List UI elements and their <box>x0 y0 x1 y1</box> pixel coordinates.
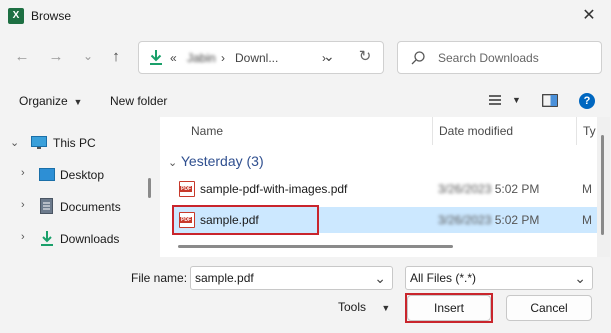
chevron-down-icon[interactable]: ⌄ <box>374 267 386 289</box>
path-overflow[interactable]: « <box>170 50 177 66</box>
file-time: 5:02 PM <box>494 182 540 196</box>
path-current[interactable]: Downl... <box>235 50 278 66</box>
file-name-label: File name: <box>131 271 188 285</box>
file-type-filter-value: All Files (*.*) <box>410 271 477 285</box>
file-list: Name Date modified Ty ⌄ Yesterday (3) sa… <box>160 117 597 257</box>
cancel-button[interactable]: Cancel <box>506 295 592 321</box>
file-date: 3/26/2023 <box>438 182 492 196</box>
file-list-scrollbar[interactable] <box>597 117 610 257</box>
forward-icon[interactable]: → <box>45 46 67 68</box>
chevron-down-icon: ▼ <box>71 97 83 107</box>
close-button[interactable]: ✕ <box>576 4 602 28</box>
pdf-file-icon <box>179 181 195 197</box>
tree-label: This PC <box>53 136 96 150</box>
documents-icon <box>40 198 53 214</box>
new-folder-button[interactable]: New folder <box>110 94 167 108</box>
tree-item-this-pc[interactable]: ⌄ This PC <box>0 131 150 155</box>
scrollbar-thumb[interactable] <box>601 135 604 235</box>
group-label: Yesterday (3) <box>180 153 264 169</box>
organize-button[interactable]: Organize ▼ <box>19 94 82 109</box>
preview-pane-icon[interactable] <box>542 94 558 107</box>
column-header-name[interactable]: Name <box>191 123 223 139</box>
file-date-modified: 3/26/2023 5:02 PM <box>438 212 539 228</box>
monitor-icon <box>31 136 47 149</box>
search-input[interactable]: Search Downloads <box>438 51 539 65</box>
refresh-icon[interactable]: ↻ <box>354 46 376 68</box>
file-name-value: sample.pdf <box>195 271 254 285</box>
chevron-right-icon[interactable]: › <box>21 167 25 179</box>
highlight-box-selected-file <box>172 205 319 235</box>
desktop-icon <box>39 168 55 181</box>
list-view-icon <box>489 95 501 105</box>
chevron-right-icon[interactable]: › <box>21 199 25 211</box>
tree-item-documents[interactable]: › Documents <box>0 195 150 219</box>
file-name: sample-pdf-with-images.pdf <box>200 182 348 196</box>
path-separator: › <box>221 51 225 65</box>
chevron-down-icon: ⌄ <box>168 157 178 169</box>
file-date: 3/26/2023 <box>438 213 492 227</box>
horizontal-scrollbar[interactable] <box>178 245 453 248</box>
tree-label: Desktop <box>60 168 105 182</box>
nav-pane-scrollbar[interactable] <box>148 178 151 198</box>
back-icon[interactable]: ← <box>11 46 33 68</box>
chevron-down-icon: ▼ <box>381 303 391 313</box>
file-date-modified: 3/26/2023 5:02 PM <box>438 181 539 197</box>
column-divider[interactable] <box>432 117 433 145</box>
chevron-down-icon: ▼ <box>512 95 521 105</box>
recent-locations-icon[interactable]: ⌄ <box>77 45 99 67</box>
tree-item-desktop[interactable]: › Desktop <box>0 163 150 187</box>
tree-item-downloads[interactable]: › Downloads <box>0 227 150 251</box>
address-bar[interactable]: « Jabin › Downl... › ⌄ <box>138 41 384 74</box>
file-row[interactable]: sample-pdf-with-images.pdf 3/26/2023 5:0… <box>172 176 597 202</box>
file-type: M <box>582 182 592 196</box>
tools-button[interactable]: Tools ▼ <box>338 300 390 315</box>
help-icon[interactable]: ? <box>579 93 595 109</box>
file-type: M <box>582 213 592 227</box>
chevron-right-icon[interactable]: › <box>21 231 25 243</box>
up-icon[interactable]: ↑ <box>105 46 127 68</box>
chevron-down-icon[interactable]: ⌄ <box>10 136 19 149</box>
search-icon <box>411 51 425 65</box>
window-title: Browse <box>31 9 72 23</box>
organize-label: Organize <box>19 94 68 108</box>
path-user[interactable]: Jabin <box>187 50 216 66</box>
downloads-icon <box>150 50 162 65</box>
highlight-box-insert <box>405 293 493 323</box>
search-box[interactable]: Search Downloads <box>397 41 602 74</box>
chevron-down-icon[interactable]: ⌄ <box>574 267 586 289</box>
tree-label: Downloads <box>60 232 120 246</box>
column-divider[interactable] <box>576 117 577 145</box>
downloads-icon <box>41 231 53 246</box>
tree-label: Documents <box>60 200 121 214</box>
column-header-date[interactable]: Date modified <box>439 123 513 139</box>
tools-label: Tools <box>338 300 367 314</box>
path-dropdown-icon[interactable]: ⌄ <box>323 48 335 64</box>
file-time: 5:02 PM <box>494 213 540 227</box>
excel-app-icon: X <box>8 8 24 24</box>
column-header-type[interactable]: Ty <box>583 123 596 139</box>
file-type-filter[interactable]: All Files (*.*) ⌄ <box>405 266 593 290</box>
view-options-button[interactable]: ▼ <box>488 94 521 109</box>
browse-dialog: X Browse ✕ ← → ⌄ ↑ « Jabin › Downl... › … <box>0 0 611 333</box>
group-header-yesterday[interactable]: ⌄ Yesterday (3) <box>168 152 264 172</box>
file-name-input[interactable]: sample.pdf ⌄ <box>190 266 393 290</box>
